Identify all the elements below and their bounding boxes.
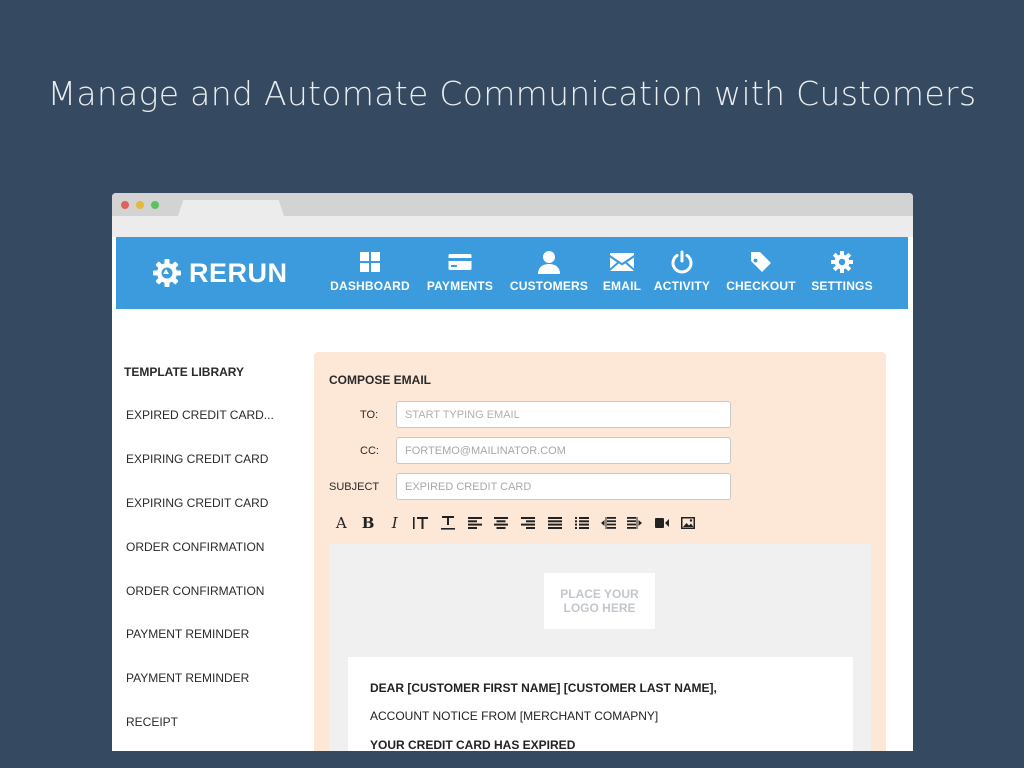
subject-label: SUBJECT — [329, 481, 380, 493]
logo-text: RERUN — [189, 257, 288, 288]
template-item[interactable]: EXPIRING CREDIT CARD — [126, 452, 268, 466]
nav-label: ACTIVITY — [653, 279, 711, 293]
browser-toolbar — [112, 216, 913, 237]
italic-icon[interactable]: I — [381, 514, 408, 532]
to-input[interactable] — [396, 401, 731, 428]
email-notice: ACCOUNT NOTICE FROM [MERCHANT COMAPNY] — [370, 709, 659, 723]
nav-label: PAYMENTS — [426, 279, 494, 293]
indent-right-icon[interactable] — [622, 514, 649, 532]
bold-icon[interactable]: B — [355, 514, 382, 532]
template-item[interactable]: ORDER CONFIRMATION — [126, 540, 264, 554]
cc-label: CC: — [360, 445, 379, 457]
credit-card-icon — [448, 254, 472, 270]
align-justify-icon[interactable] — [542, 514, 569, 532]
compose-email-panel: COMPOSE EMAIL TO: CC: SUBJECT A B I — [314, 352, 886, 751]
headline: Manage and Automate Communication with C… — [47, 74, 977, 113]
template-item[interactable]: EXPIRING CREDIT CARD — [126, 496, 268, 510]
nav-email[interactable]: EMAIL — [600, 247, 644, 301]
nav-payments[interactable]: PAYMENTS — [425, 247, 495, 301]
grid-icon — [360, 252, 380, 272]
email-greeting: DEAR [CUSTOMER FIRST NAME] [CUSTOMER LAS… — [370, 681, 717, 695]
align-right-icon[interactable] — [515, 514, 542, 532]
template-item[interactable]: PAYMENT REMINDER — [126, 671, 249, 685]
gear-icon — [831, 251, 853, 273]
logo-placeholder-text: PLACE YOUR LOGO HERE — [560, 587, 639, 615]
envelope-icon — [610, 253, 634, 271]
app: RERUN DASHBOARD PAYMENTS CUSTOMERS EMAIL… — [116, 237, 908, 751]
close-window-dot[interactable] — [121, 201, 129, 209]
text-width-icon[interactable] — [435, 514, 462, 532]
gear-logo-icon — [153, 259, 181, 287]
nav-label: EMAIL — [602, 279, 642, 293]
to-label: TO: — [360, 409, 379, 421]
email-heading: YOUR CREDIT CARD HAS EXPIRED — [370, 738, 576, 751]
video-icon[interactable] — [648, 514, 675, 532]
indent-left-icon[interactable] — [595, 514, 622, 532]
browser-chrome — [112, 193, 913, 216]
maximize-window-dot[interactable] — [151, 201, 159, 209]
template-item[interactable]: ORDER CONFIRMATION — [126, 584, 264, 598]
browser-window: RERUN DASHBOARD PAYMENTS CUSTOMERS EMAIL… — [112, 193, 913, 751]
user-icon — [538, 251, 560, 274]
cc-input[interactable] — [396, 437, 731, 464]
nav-label: CHECKOUT — [726, 279, 796, 293]
align-left-icon[interactable] — [461, 514, 488, 532]
font-icon[interactable]: A — [328, 514, 355, 532]
compose-title: COMPOSE EMAIL — [329, 373, 432, 387]
browser-tab[interactable] — [178, 200, 284, 216]
nav-label: DASHBOARD — [330, 279, 410, 293]
power-icon — [671, 250, 693, 274]
logo-placeholder[interactable]: PLACE YOUR LOGO HERE — [544, 573, 655, 629]
navbar: RERUN DASHBOARD PAYMENTS CUSTOMERS EMAIL… — [116, 237, 908, 309]
template-item[interactable]: EXPIRED CREDIT CARD... — [126, 408, 274, 422]
text-height-icon[interactable] — [408, 514, 435, 532]
template-item[interactable]: RECEIPT — [126, 715, 178, 729]
nav-dashboard[interactable]: DASHBOARD — [330, 247, 410, 301]
template-item[interactable]: PAYMENT REMINDER — [126, 627, 249, 641]
editor-toolbar: A B I — [328, 514, 702, 532]
align-center-icon[interactable] — [488, 514, 515, 532]
minimize-window-dot[interactable] — [136, 201, 144, 209]
sidebar-title: TEMPLATE LIBRARY — [124, 365, 244, 379]
subject-input[interactable] — [396, 473, 731, 500]
logo[interactable]: RERUN — [151, 257, 288, 289]
email-editor[interactable]: PLACE YOUR LOGO HERE DEAR [CUSTOMER FIRS… — [329, 544, 871, 751]
nav-label: CUSTOMERS — [509, 279, 589, 293]
nav-customers[interactable]: CUSTOMERS — [509, 247, 589, 301]
nav-label: SETTINGS — [811, 279, 873, 293]
nav-settings[interactable]: SETTINGS — [808, 247, 876, 301]
nav-checkout[interactable]: CHECKOUT — [722, 247, 800, 301]
nav-activity[interactable]: ACTIVITY — [652, 247, 712, 301]
email-body[interactable]: DEAR [CUSTOMER FIRST NAME] [CUSTOMER LAS… — [348, 657, 853, 751]
image-icon[interactable] — [675, 514, 702, 532]
list-icon[interactable] — [568, 514, 595, 532]
tag-icon — [751, 252, 771, 272]
